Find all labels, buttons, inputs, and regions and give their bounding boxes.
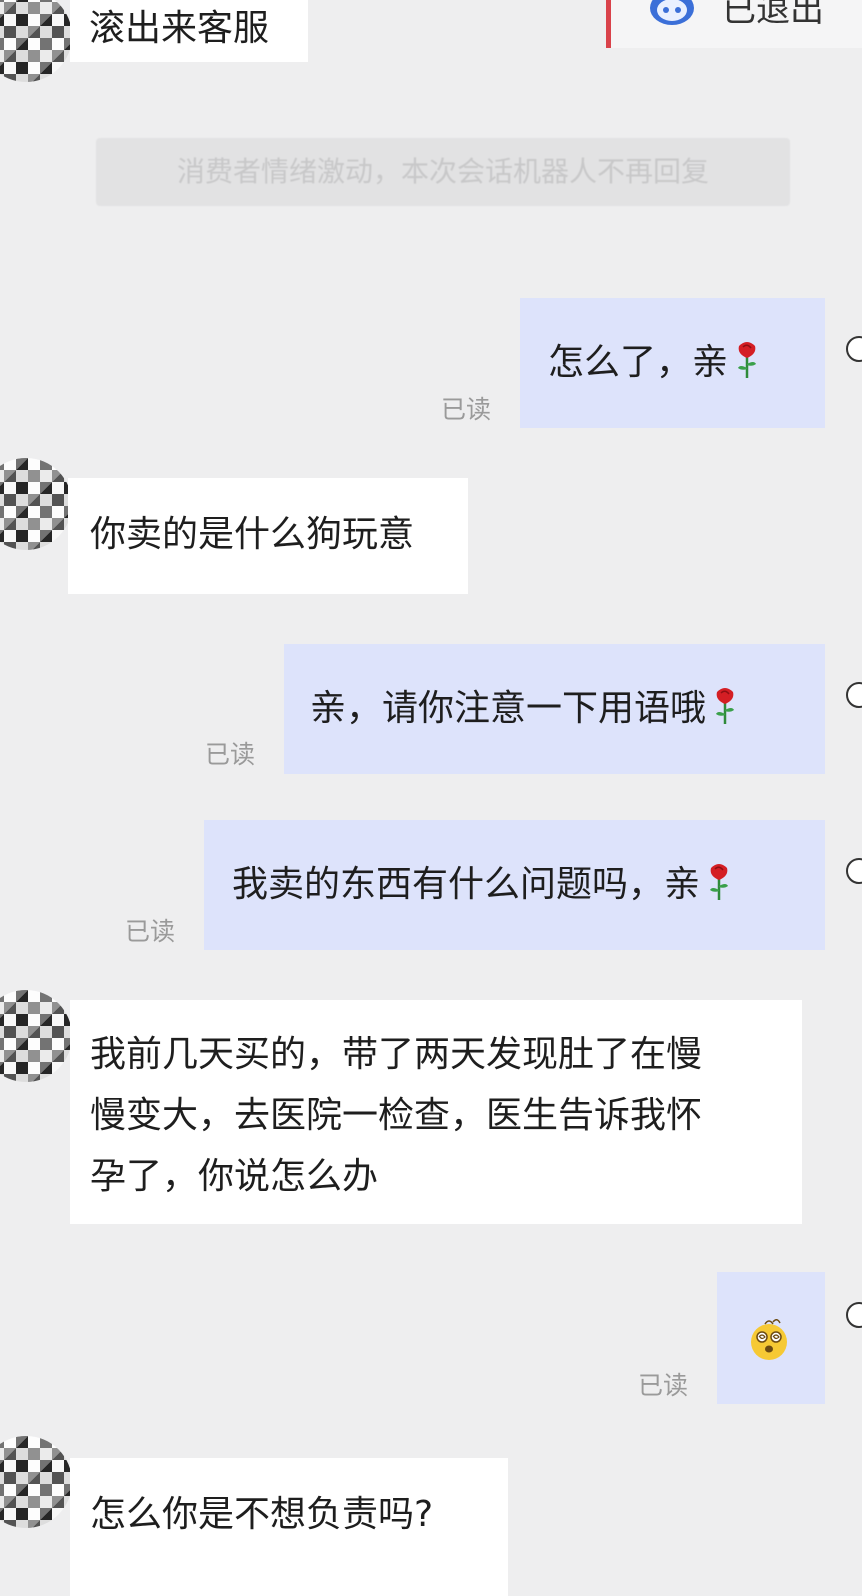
- robot-icon: [650, 0, 694, 25]
- read-status: 已读: [205, 740, 256, 769]
- message-text-line: 孕了，你说怎么办: [90, 1156, 379, 1197]
- rose-icon: [716, 688, 735, 724]
- read-status: 已读: [638, 1371, 689, 1400]
- message-text: 我卖的东西有什么问题吗，亲: [232, 864, 701, 905]
- avatar[interactable]: [846, 1302, 862, 1328]
- exit-notice: 已退出: [722, 0, 824, 30]
- avatar[interactable]: [0, 990, 72, 1082]
- message-bubble-outgoing[interactable]: 亲，请你注意一下用语哦: [284, 644, 825, 774]
- message-text-line: 慢变大，去医院一检查，医生告诉我怀: [90, 1095, 703, 1136]
- avatar[interactable]: [846, 858, 862, 884]
- message-text: 怎么了，亲: [548, 342, 729, 383]
- dizzy-face-icon: [751, 1319, 787, 1360]
- message-text: 滚出来客服: [89, 8, 270, 49]
- session-status-banner: 已退出: [606, 0, 862, 48]
- message-bubble-incoming: 怎么你是不想负责吗?: [70, 1458, 508, 1596]
- message-bubble-outgoing[interactable]: 我卖的东西有什么问题吗，亲: [204, 820, 825, 950]
- read-status: 已读: [125, 917, 176, 946]
- message-text: 亲，请你注意一下用语哦: [310, 688, 707, 729]
- message-bubble-outgoing[interactable]: 怎么了，亲: [520, 298, 825, 428]
- avatar[interactable]: [0, 458, 72, 550]
- chat-window: 已退出 滚出来客服 消费者情绪激动，本次会话机器人不再回复 怎么了，亲 已读 你…: [0, 0, 862, 1596]
- message-text: 怎么你是不想负责吗?: [90, 1494, 434, 1535]
- status-accent-bar: [606, 0, 611, 48]
- rose-icon: [710, 864, 729, 900]
- message-bubble-incoming: 你卖的是什么狗玩意: [68, 478, 468, 594]
- message-bubble-outgoing[interactable]: [717, 1272, 825, 1404]
- rose-icon: [738, 342, 757, 378]
- system-notice: 消费者情绪激动，本次会话机器人不再回复: [96, 138, 790, 206]
- message-text: 你卖的是什么狗玩意: [90, 514, 415, 555]
- read-status: 已读: [441, 395, 492, 424]
- avatar[interactable]: [0, 0, 72, 82]
- avatar[interactable]: [846, 336, 862, 362]
- message-bubble-incoming: 滚出来客服: [70, 0, 308, 62]
- message-text-line: 我前几天买的，带了两天发现肚了在慢: [90, 1034, 703, 1075]
- avatar[interactable]: [846, 682, 862, 708]
- message-bubble-incoming: 我前几天买的，带了两天发现肚了在慢 慢变大，去医院一检查，医生告诉我怀 孕了，你…: [70, 1000, 802, 1224]
- avatar[interactable]: [0, 1436, 72, 1528]
